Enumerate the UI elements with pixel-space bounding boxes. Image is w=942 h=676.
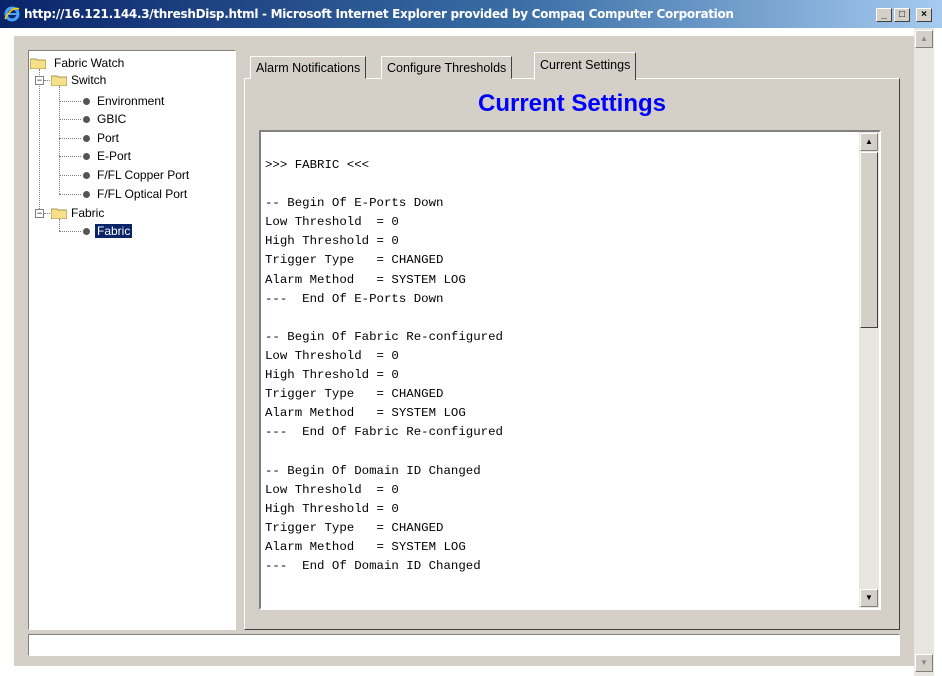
settings-text: >>> FABRIC <<< -- Begin Of E-Ports Down … bbox=[265, 158, 503, 573]
close-button[interactable]: × bbox=[916, 8, 932, 22]
tab-configure-thresholds[interactable]: Configure Thresholds bbox=[381, 56, 513, 79]
collapse-switch-icon[interactable]: − bbox=[35, 76, 44, 85]
internet-explorer-icon bbox=[4, 6, 20, 22]
tree-item-fabric-folder[interactable]: Fabric bbox=[71, 206, 104, 220]
scroll-down-arrow-icon[interactable]: ▼ bbox=[860, 589, 878, 607]
navigation-tree: Fabric Watch − Switch Environment GBIC P… bbox=[28, 50, 236, 630]
tree-connector bbox=[59, 101, 81, 102]
browser-vertical-scrollbar[interactable]: ▲ ▼ bbox=[914, 28, 934, 676]
tree-item-switch[interactable]: Switch bbox=[71, 73, 106, 87]
minimize-button[interactable]: _ bbox=[876, 8, 892, 22]
leaf-bullet-icon bbox=[83, 153, 90, 160]
tree-connector bbox=[59, 194, 81, 195]
tree-item-environment[interactable]: Environment bbox=[97, 94, 164, 108]
tree-connector bbox=[59, 156, 81, 157]
window-title-bar[interactable]: http://16.121.144.3/threshDisp.html - Mi… bbox=[0, 0, 942, 28]
status-bar bbox=[28, 634, 900, 656]
maximize-button[interactable]: □ bbox=[894, 8, 910, 22]
tree-item-fabric-selected[interactable]: Fabric bbox=[95, 224, 133, 238]
tree-connector bbox=[59, 138, 81, 139]
tree-item-fl-copper-port[interactable]: F/FL Copper Port bbox=[97, 168, 189, 182]
collapse-fabric-icon[interactable]: − bbox=[35, 209, 44, 218]
tree-connector bbox=[39, 69, 40, 209]
tree-connector bbox=[59, 119, 81, 120]
tree-connector bbox=[59, 86, 60, 194]
scroll-down-arrow-icon[interactable]: ▼ bbox=[915, 654, 933, 672]
folder-icon bbox=[30, 58, 46, 69]
leaf-bullet-icon bbox=[83, 191, 90, 198]
scroll-up-arrow-icon[interactable]: ▲ bbox=[915, 30, 933, 48]
scroll-up-arrow-icon[interactable]: ▲ bbox=[860, 133, 878, 151]
tree-connector bbox=[59, 219, 60, 231]
tab-alarm-notifications[interactable]: Alarm Notifications bbox=[250, 56, 367, 79]
window-title: http://16.121.144.3/threshDisp.html - Mi… bbox=[24, 7, 734, 21]
folder-icon bbox=[51, 75, 67, 86]
leaf-bullet-icon bbox=[83, 135, 90, 142]
leaf-bullet-icon bbox=[83, 116, 90, 123]
leaf-bullet-icon bbox=[83, 228, 90, 235]
leaf-bullet-icon bbox=[83, 98, 90, 105]
page-title: Current Settings bbox=[477, 90, 666, 117]
tab-current-settings[interactable]: Current Settings bbox=[534, 52, 637, 80]
tree-connector bbox=[59, 175, 81, 176]
tree-item-e-port[interactable]: E-Port bbox=[97, 149, 131, 163]
settings-textarea[interactable]: >>> FABRIC <<< -- Begin Of E-Ports Down … bbox=[259, 130, 881, 610]
leaf-bullet-icon bbox=[83, 172, 90, 179]
tree-item-fabric-watch[interactable]: Fabric Watch bbox=[54, 56, 124, 70]
tree-item-gbic[interactable]: GBIC bbox=[97, 112, 126, 126]
folder-icon bbox=[51, 208, 67, 219]
tree-item-port[interactable]: Port bbox=[97, 131, 119, 145]
tree-item-fl-optical-port[interactable]: F/FL Optical Port bbox=[97, 187, 187, 201]
scrollbar-thumb[interactable] bbox=[860, 152, 878, 328]
tree-connector bbox=[59, 231, 81, 232]
